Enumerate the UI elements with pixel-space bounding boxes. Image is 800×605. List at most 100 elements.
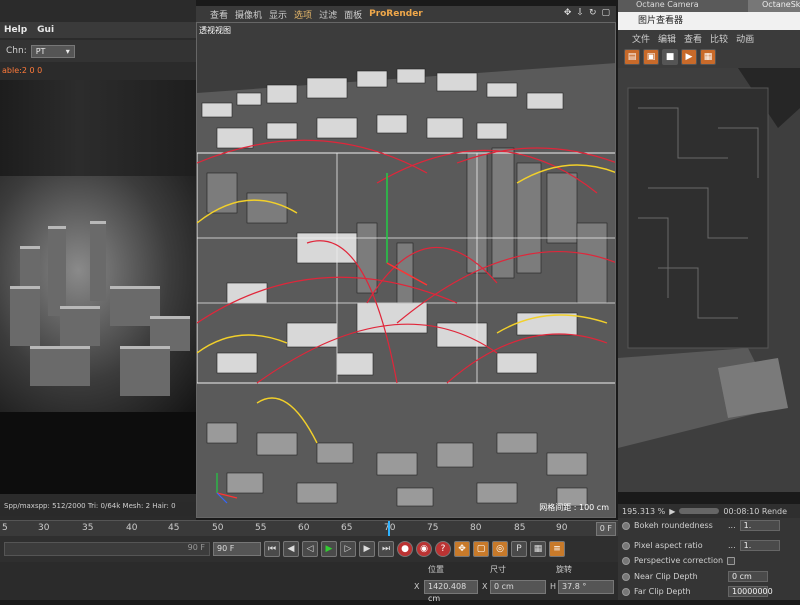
maximize-icon[interactable]: ▢: [601, 8, 610, 18]
current-frame-field[interactable]: 0 F: [595, 522, 616, 536]
render-stats-bar: Spp/maxspp: 512/2000 Tri: 0/64k Mesh: 2 …: [0, 502, 196, 516]
menu-options[interactable]: 选项: [294, 8, 312, 21]
pv-menu-view[interactable]: 查看: [684, 32, 702, 45]
record-icon[interactable]: ●: [397, 541, 413, 557]
menu-camera[interactable]: 摄像机: [235, 8, 262, 21]
tick: 85: [514, 523, 526, 533]
go-to-start-icon[interactable]: ⏮: [264, 541, 280, 557]
tick: 5: [2, 523, 8, 533]
rotate-key-icon[interactable]: ◎: [492, 541, 508, 557]
octane-camera-tab[interactable]: Octane Camera: [618, 0, 748, 12]
picture-viewer-image: [618, 68, 800, 492]
grid-spacing-label: 网格间距 : 100 cm: [539, 503, 609, 512]
play-icon[interactable]: ▶: [669, 507, 675, 516]
keyframe-dot-icon[interactable]: [622, 572, 630, 581]
menu-view[interactable]: 查看: [210, 8, 228, 21]
render-status-line: able:2 0 0: [2, 66, 43, 75]
octane-sky-tab[interactable]: OctaneSk: [748, 0, 800, 12]
render-icon[interactable]: ▶: [681, 49, 697, 65]
chn-dropdown[interactable]: PT ▾: [30, 44, 75, 58]
camera-attributes-panel: Bokeh roundedness... 1. Pixel aspect rat…: [618, 518, 800, 600]
timeline-ruler[interactable]: 5 30 35 40 45 50 55 60 65 70 75 80 85 90…: [0, 520, 618, 537]
stop-icon[interactable]: ■: [662, 49, 678, 65]
pla-key-icon[interactable]: ▦: [530, 541, 546, 557]
prev-frame-icon[interactable]: ◁: [302, 541, 318, 557]
position-x-field[interactable]: 1420.408 cm: [424, 580, 478, 603]
live-viewer-menubar: Help Gui: [0, 22, 196, 38]
menu-help[interactable]: Help: [4, 25, 27, 35]
live-viewer-empty-area: [0, 412, 196, 494]
range-end-label: 90 F: [187, 543, 205, 552]
attr-value[interactable]: 10000000: [728, 586, 773, 597]
region-icon[interactable]: ▦: [700, 49, 716, 65]
picture-viewer-title: 图片查看器: [618, 12, 800, 30]
menu-filter[interactable]: 过滤: [319, 8, 337, 21]
attr-ellipsis: ...: [728, 521, 736, 530]
attr-value[interactable]: 1.: [739, 520, 780, 531]
tri-label: Tri:: [87, 502, 99, 510]
channel-selector-row: Chn: PT ▾: [0, 40, 196, 62]
move-icon[interactable]: ✥: [564, 8, 572, 18]
tick: 90: [556, 523, 568, 533]
next-frame-icon[interactable]: ▷: [340, 541, 356, 557]
tick: 45: [168, 523, 180, 533]
attr-value[interactable]: 1.: [739, 540, 780, 551]
attr-label: Pixel aspect ratio: [634, 541, 703, 550]
pv-menu-edit[interactable]: 编辑: [658, 32, 676, 45]
attr-ellipsis: ...: [728, 541, 736, 550]
prev-key-icon[interactable]: ◀: [283, 541, 299, 557]
tick: 55: [255, 523, 267, 533]
autokey-icon[interactable]: ◉: [416, 541, 432, 557]
city-scene: [197, 23, 615, 517]
go-to-end-icon[interactable]: ⏭: [378, 541, 394, 557]
keyframe-dot-icon[interactable]: [622, 556, 630, 565]
tick: 50: [212, 523, 224, 533]
keyframe-selection-icon[interactable]: ?: [435, 541, 451, 557]
perspective-viewport[interactable]: 透视视图 网格间距 : 100 cm: [196, 22, 616, 518]
tick: 65: [341, 523, 353, 533]
checkbox[interactable]: [727, 556, 736, 565]
menu-panel[interactable]: 面板: [344, 8, 362, 21]
chn-value: PT: [35, 46, 46, 56]
spp-value: 512/2000: [52, 502, 86, 510]
mesh-value: 2: [145, 502, 151, 510]
rotate-icon[interactable]: ↻: [589, 8, 597, 18]
param-key-icon[interactable]: P: [511, 541, 527, 557]
timeline-playhead[interactable]: [388, 521, 390, 537]
tick: 75: [427, 523, 439, 533]
save-icon[interactable]: ▣: [643, 49, 659, 65]
rotation-h-field[interactable]: 37.8 °: [558, 580, 614, 594]
frame-range-slider[interactable]: 90 F: [4, 542, 210, 556]
menu-prorender[interactable]: ProRender: [369, 9, 423, 19]
move-key-icon[interactable]: ✥: [454, 541, 470, 557]
rotation-header: 旋转: [556, 565, 572, 574]
size-x-field[interactable]: 0 cm: [490, 580, 546, 594]
tick: 80: [470, 523, 482, 533]
menu-gui[interactable]: Gui: [37, 25, 54, 35]
keyframe-dot-icon[interactable]: [622, 541, 630, 550]
attr-pixel-aspect-ratio: Pixel aspect ratio... 1.: [622, 540, 800, 551]
play-icon[interactable]: ▶: [321, 541, 337, 557]
attr-value[interactable]: 0 cm: [728, 571, 768, 582]
down-arrow-icon[interactable]: ⇩: [576, 8, 584, 18]
pv-menu-compare[interactable]: 比较: [710, 32, 728, 45]
attr-far-clip-depth: Far Clip Depth 10000000: [622, 586, 800, 597]
spp-label: Spp/maxspp:: [4, 502, 50, 510]
render-closeup: [618, 68, 800, 492]
timeline-menu-icon[interactable]: ≡: [549, 541, 565, 557]
end-frame-field[interactable]: 90 F: [213, 542, 261, 556]
zoom-slider[interactable]: [679, 508, 720, 514]
transport-bar: 90 F 90 F ⏮ ◀ ◁ ▶ ▷ ▶ ⏭ ● ◉ ? ✥ ▢ ◎ P ▦ …: [0, 536, 618, 562]
zoom-value[interactable]: 195.313 %: [622, 507, 665, 516]
pv-menu-file[interactable]: 文件: [632, 32, 650, 45]
keyframe-dot-icon[interactable]: [622, 521, 630, 530]
attr-label: Far Clip Depth: [634, 587, 691, 596]
attr-label: Near Clip Depth: [634, 572, 698, 581]
menu-display[interactable]: 显示: [269, 8, 287, 21]
hair-label: Hair:: [152, 502, 169, 510]
scale-key-icon[interactable]: ▢: [473, 541, 489, 557]
open-folder-icon[interactable]: ▤: [624, 49, 640, 65]
pv-menu-animation[interactable]: 动画: [736, 32, 754, 45]
next-key-icon[interactable]: ▶: [359, 541, 375, 557]
keyframe-dot-icon[interactable]: [622, 587, 630, 596]
